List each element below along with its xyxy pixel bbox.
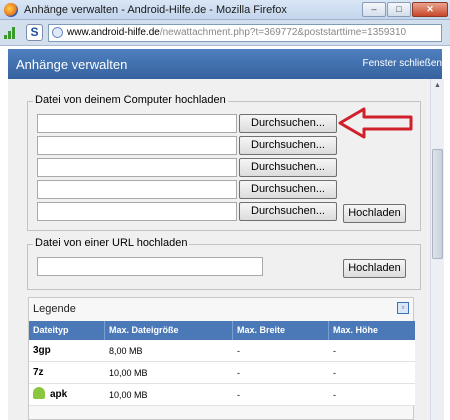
url-path: /newattachment.php?t=369772&poststarttim… xyxy=(159,27,407,38)
browse-button-4[interactable]: Durchsuchen... xyxy=(239,180,337,199)
close-window-link[interactable]: Fenster schließen xyxy=(363,58,442,69)
url-host: www.android-hilfe.de xyxy=(67,27,160,38)
android-icon xyxy=(33,387,45,399)
browse-button-3[interactable]: Durchsuchen... xyxy=(239,158,337,177)
window-titlebar: Anhänge verwalten - Android-Hilfe.de - M… xyxy=(0,0,450,20)
file-input-2[interactable] xyxy=(37,136,237,155)
cell-height: - xyxy=(333,368,336,378)
computer-upload-legend: Datei von deinem Computer hochladen xyxy=(33,94,228,106)
maximize-button[interactable]: □ xyxy=(387,2,411,17)
file-input-5[interactable] xyxy=(37,202,237,221)
firefox-icon xyxy=(4,3,18,17)
vertical-scrollbar[interactable]: ▲ xyxy=(430,79,444,420)
browse-button-1[interactable]: Durchsuchen... xyxy=(239,114,337,133)
table-row: apk 10,00 MB - - xyxy=(29,384,415,406)
window-title: Anhänge verwalten - Android-Hilfe.de - M… xyxy=(24,4,287,16)
url-field[interactable]: www.android-hilfe.de/newattachment.php?t… xyxy=(48,24,442,42)
security-badge-icon[interactable]: S xyxy=(26,24,43,41)
scroll-thumb[interactable] xyxy=(432,149,443,259)
column-header-height: Max. Höhe xyxy=(333,325,379,335)
browse-button-2[interactable]: Durchsuchen... xyxy=(239,136,337,155)
collapse-icon[interactable]: ▫ xyxy=(397,302,409,314)
column-header-size: Max. Dateigröße xyxy=(105,321,233,340)
url-input[interactable] xyxy=(37,257,263,276)
cell-type: 7z xyxy=(33,367,44,378)
cell-width: - xyxy=(237,346,240,356)
table-row: 3gp 8,00 MB - - xyxy=(29,340,415,362)
cell-type-label: apk xyxy=(50,389,68,400)
browse-button-5[interactable]: Durchsuchen... xyxy=(239,202,337,221)
legend-title: Legende xyxy=(33,303,76,315)
url-upload-button[interactable]: Hochladen xyxy=(343,259,406,278)
cell-width: - xyxy=(237,390,240,400)
cell-type: apk xyxy=(29,384,105,406)
signal-icon xyxy=(4,27,16,39)
legend-panel: Legende ▫ Dateityp Max. Dateigröße Max. … xyxy=(28,297,415,420)
url-upload-legend: Datei von einer URL hochladen xyxy=(33,237,190,249)
page-title: Anhänge verwalten xyxy=(16,57,128,72)
table-row: 7z 10,00 MB - - xyxy=(29,362,415,384)
cell-height: - xyxy=(333,390,336,400)
cell-height: - xyxy=(333,346,336,356)
globe-icon xyxy=(52,27,63,38)
file-input-1[interactable] xyxy=(37,114,237,133)
cell-size: 10,00 MB xyxy=(109,368,148,378)
annotation-arrow-icon xyxy=(338,107,413,139)
column-header-width: Max. Breite xyxy=(233,321,329,340)
upload-button[interactable]: Hochladen xyxy=(343,204,406,223)
column-header-type: Dateityp xyxy=(29,321,105,340)
cell-type: 3gp xyxy=(33,345,51,356)
legend-table-header: Dateityp Max. Dateigröße Max. Breite Max… xyxy=(29,321,415,340)
file-input-4[interactable] xyxy=(37,180,237,199)
page-header: Anhänge verwalten Fenster schließen xyxy=(8,49,442,79)
cell-size: 8,00 MB xyxy=(109,346,143,356)
address-bar-area: S www.android-hilfe.de/newattachment.php… xyxy=(0,20,450,46)
cell-width: - xyxy=(237,368,240,378)
cell-size: 10,00 MB xyxy=(109,390,148,400)
minimize-button[interactable]: – xyxy=(362,2,386,17)
close-window-button[interactable]: ✕ xyxy=(412,2,448,17)
scroll-up-icon[interactable]: ▲ xyxy=(432,80,443,92)
file-input-3[interactable] xyxy=(37,158,237,177)
